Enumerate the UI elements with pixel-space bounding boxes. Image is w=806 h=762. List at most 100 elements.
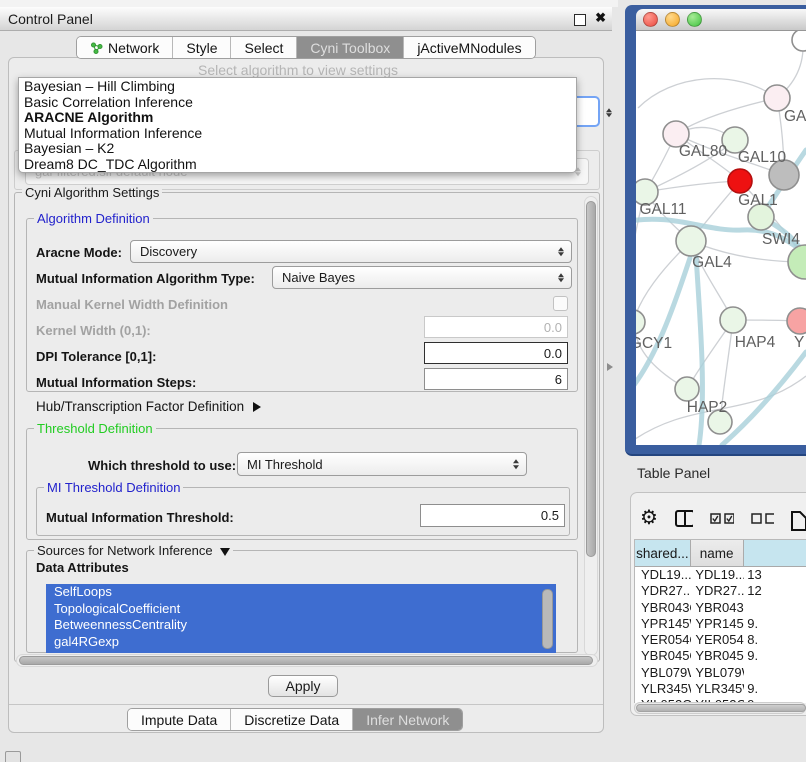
network-node[interactable] [676,226,706,256]
attributes-scrollbar[interactable] [542,589,553,649]
network-node-label: GAL [784,108,806,125]
table-row[interactable]: YLR345WYLR345W9. [635,681,806,697]
unchecked-columns-icon[interactable] [751,513,775,524]
manual-kernel-checkbox[interactable] [553,296,568,311]
kernel-width-label: Kernel Width (0,1): [36,323,151,338]
float-window-icon[interactable] [574,14,586,26]
network-node[interactable] [792,31,806,51]
dpi-tolerance-field[interactable]: 0.0 [424,342,568,364]
tab-cyni-toolbox[interactable]: Cyni Toolbox [297,37,404,58]
table-horizontal-scrollbar-thumb[interactable] [636,704,806,712]
table-cell: YBR045C [691,648,744,664]
tab-label: jActiveMNodules [417,40,521,56]
node-table[interactable]: shared...name YDL19...YDL19...13YDR27...… [634,539,806,703]
algorithm-option[interactable]: ARACNE Algorithm [19,110,576,126]
algorithm-option[interactable]: Basic Correlation Inference [19,95,576,111]
which-threshold-combobox[interactable]: MI Threshold [237,452,527,476]
table-row[interactable]: YDL19...YDL19...13 [635,567,806,583]
tab-impute-data[interactable]: Impute Data [128,709,231,730]
network-edge[interactable] [645,181,740,192]
sources-title-text: Sources for Network Inference [37,543,213,558]
attribute-item[interactable]: SelfLoops [46,584,556,601]
table-panel-toolbar: ⚙ [640,503,806,533]
dpi-tolerance-label: DPI Tolerance [0,1]: [36,349,156,364]
sources-title[interactable]: Sources for Network Inference [34,543,233,558]
data-attributes-list[interactable]: SelfLoopsTopologicalCoefficientBetweenne… [46,584,556,653]
tab-network[interactable]: Network [77,37,173,58]
mi-threshold-field[interactable]: 0.5 [420,504,565,527]
network-window-titlebar[interactable] [636,9,806,31]
table-cell: YBL079W [635,665,691,681]
network-node[interactable] [636,310,645,334]
attribute-item[interactable]: TopologicalCoefficient [46,601,556,618]
network-node[interactable] [675,377,699,401]
algorithm-dropdown: Bayesian – Hill ClimbingBasic Correlatio… [18,77,577,173]
zoom-traffic-light-icon[interactable] [687,12,702,27]
settings-vertical-scrollbar-thumb[interactable] [586,201,596,557]
tab-style[interactable]: Style [173,37,231,58]
table-row[interactable]: YBR045CYBR045C9. [635,648,806,664]
network-node[interactable] [788,245,806,279]
mi-type-label: Mutual Information Algorithm Type: [36,271,255,286]
table-column-header[interactable]: shared... [635,540,691,566]
network-node-label: SWI4 [762,231,800,248]
network-node-label: GAL11 [639,201,686,218]
network-node[interactable] [787,308,806,334]
minimize-traffic-light-icon[interactable] [665,12,680,27]
mi-type-value: Naive Bayes [282,270,355,285]
network-node[interactable] [720,307,746,333]
apply-button[interactable]: Apply [268,675,338,697]
table-row[interactable]: YPR145WYPR145W9. [635,616,806,632]
combo-spinner-icon [558,273,564,283]
table-row[interactable]: YBR043CYBR043C [635,600,806,616]
network-edge[interactable] [696,256,702,445]
algorithm-option[interactable]: Mutual Information Inference [19,126,576,142]
algorithm-option[interactable]: Bayesian – K2 [19,141,576,157]
close-icon[interactable]: ✖ [595,10,606,26]
checked-columns-icon[interactable] [710,513,734,524]
algorithm-definition-title: Algorithm Definition [34,211,153,226]
which-threshold-label: Which threshold to use: [88,458,236,473]
which-threshold-value: MI Threshold [247,457,323,472]
table-row[interactable]: YBL079WYBL079W [635,665,806,681]
mi-steps-field[interactable]: 6 [424,368,568,390]
minimized-panel-icon[interactable] [5,751,21,762]
hub-section-toggle[interactable]: Hub/Transcription Factor Definition [36,399,261,414]
network-node[interactable] [728,169,752,193]
algorithm-option[interactable]: Dream8 DC_TDC Algorithm [19,157,576,173]
table-cell: YDL19... [691,567,744,583]
table-cell: YER054C [691,632,744,648]
kernel-width-field[interactable]: 0.0 [424,316,568,338]
aracne-mode-combobox[interactable]: Discovery [130,240,572,263]
threshold-title: Threshold Definition [34,421,156,436]
table-column-header[interactable]: name [691,540,744,566]
settings-horizontal-scrollbar-thumb[interactable] [19,656,593,665]
tab-discretize-data[interactable]: Discretize Data [231,709,353,730]
table-cell: YDL19... [635,567,691,583]
tab-infer-network[interactable]: Infer Network [353,709,462,730]
control-panel-title: Control Panel [8,11,93,27]
table-row[interactable]: YDR27...YDR27...12 [635,583,806,599]
attribute-item[interactable]: BetweennessCentrality [46,617,556,634]
table-cell: YDR27... [691,583,744,599]
document-icon[interactable] [791,511,806,531]
attribute-item[interactable]: gal4RGexp [46,634,556,651]
split-columns-icon[interactable] [675,510,693,527]
settings-gear-icon[interactable]: ⚙ [640,508,658,528]
tab-jactivemnodules[interactable]: jActiveMNodules [404,37,534,58]
close-traffic-light-icon[interactable] [643,12,658,27]
algorithm-option[interactable]: Bayesian – Hill Climbing [19,79,576,95]
splitpane-collapse-icon[interactable] [607,363,613,371]
network-node-label: HAP4 [735,334,776,351]
mi-threshold-value: 0.5 [541,508,559,523]
control-panel-titlebar: Control Panel ✖ [0,7,612,31]
table-row[interactable]: YER054CYER054C8. [635,632,806,648]
table-cell: YPR145W [635,616,691,632]
mi-threshold-label: Mutual Information Threshold: [46,510,234,525]
tab-select[interactable]: Select [231,37,297,58]
table-column-header[interactable] [744,540,806,566]
network-view[interactable]: GALGAL80GAL10GAL1GAL11SWI4GAL4GCY1HAP4YH… [636,31,806,445]
top-tab-bar: NetworkStyleSelectCyni Toolbox jActiveMNo… [76,36,536,59]
network-icon [90,42,103,54]
mi-type-combobox[interactable]: Naive Bayes [272,266,572,289]
